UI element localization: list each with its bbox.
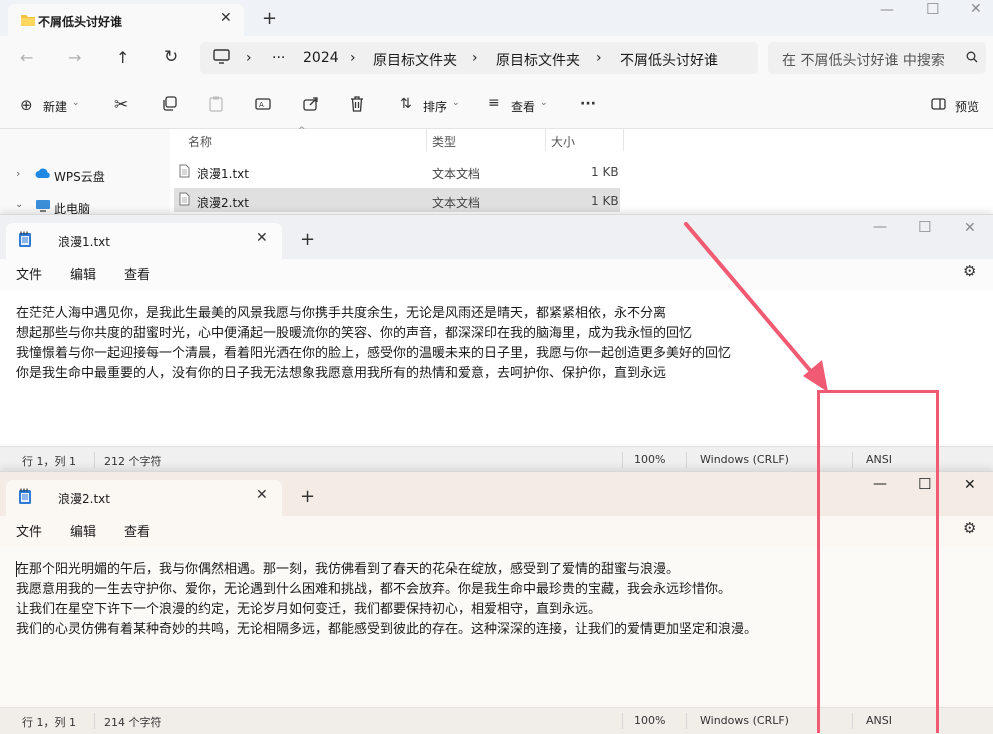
annotation-highlight-box: [817, 390, 939, 733]
